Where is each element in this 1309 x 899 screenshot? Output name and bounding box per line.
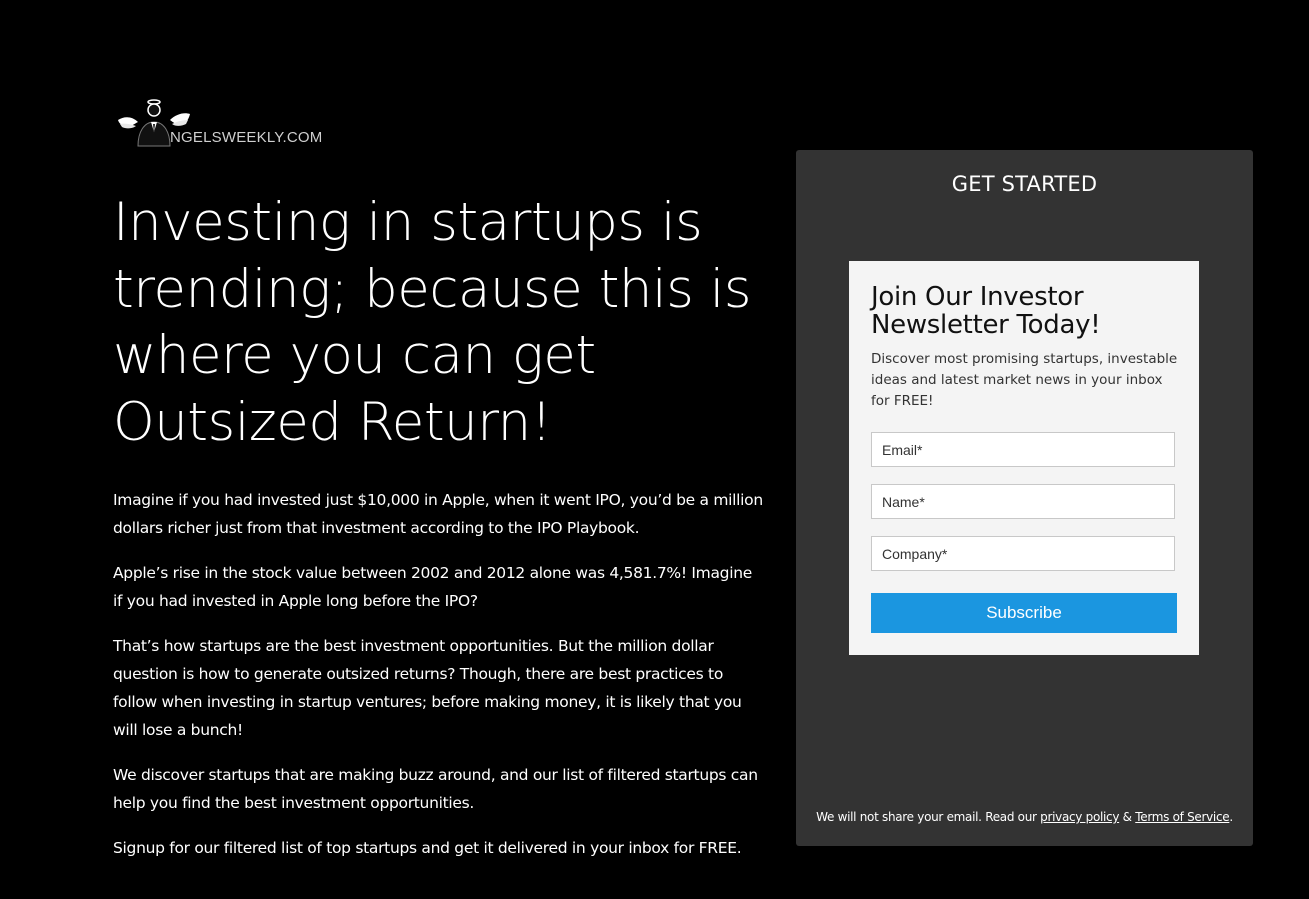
- hero-paragraph: Imagine if you had invested just $10,000…: [113, 491, 763, 537]
- form-description: Discover most promising startups, invest…: [871, 351, 1178, 409]
- hero-paragraph: Signup for our filtered list of top star…: [113, 839, 742, 857]
- newsletter-form: Join Our Investor Newsletter Today! Disc…: [849, 261, 1199, 655]
- site-logo[interactable]: NGELSWEEKLY.COM: [114, 98, 334, 150]
- form-heading: Join Our Investor Newsletter Today!: [871, 282, 1101, 340]
- hero-copy: Imagine if you had invested just $10,000…: [113, 486, 763, 879]
- hero-paragraph: That’s how startups are the best investm…: [113, 637, 742, 739]
- name-field[interactable]: [871, 484, 1175, 519]
- privacy-disclaimer: We will not share your email. Read our p…: [796, 810, 1253, 824]
- logo-text: NGELSWEEKLY.COM: [170, 129, 323, 146]
- privacy-policy-link[interactable]: privacy policy: [1040, 810, 1119, 824]
- panel-title: GET STARTED: [951, 172, 1098, 196]
- disclaimer-separator: &: [1119, 810, 1136, 824]
- signup-panel: GET STARTED Join Our Investor Newsletter…: [796, 150, 1253, 846]
- hero-paragraph: Apple’s rise in the stock value between …: [113, 564, 752, 610]
- company-field[interactable]: [871, 536, 1175, 571]
- disclaimer-text: We will not share your email. Read our: [816, 810, 1041, 824]
- email-field[interactable]: [871, 432, 1175, 467]
- hero-paragraph: We discover startups that are making buz…: [113, 766, 758, 812]
- hero-headline: Investing in startups is trending; becau…: [113, 192, 752, 453]
- subscribe-button[interactable]: Subscribe: [871, 593, 1177, 633]
- disclaimer-end: .: [1229, 810, 1233, 824]
- terms-of-service-link[interactable]: Terms of Service: [1135, 810, 1229, 824]
